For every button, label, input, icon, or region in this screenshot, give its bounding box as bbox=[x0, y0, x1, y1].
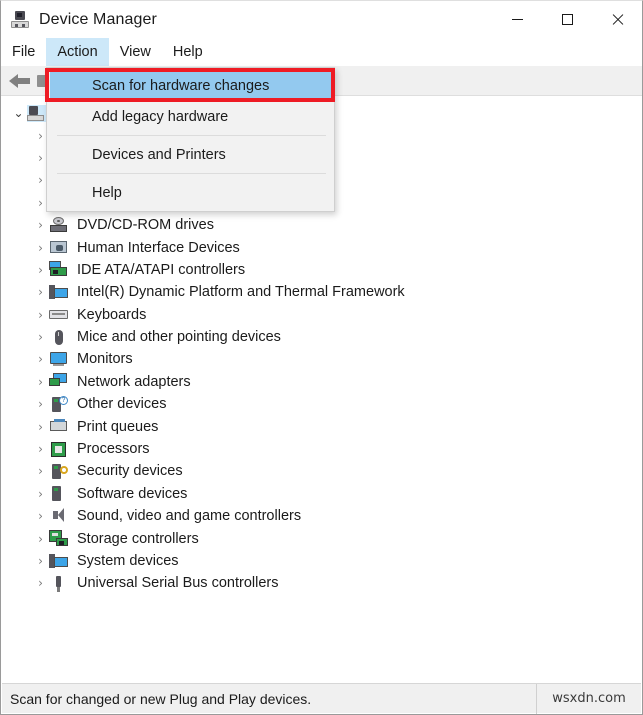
chevron-right-icon[interactable]: › bbox=[32, 577, 49, 589]
menu-help[interactable]: Help bbox=[162, 38, 214, 66]
tree-item-label: Monitors bbox=[77, 351, 133, 368]
tree-item-label: Keyboards bbox=[77, 306, 147, 323]
back-arrow-icon[interactable] bbox=[9, 72, 31, 90]
tree-item-label: Universal Serial Bus controllers bbox=[77, 575, 279, 592]
tree-item-storage-controllers[interactable]: › Storage controllers bbox=[2, 527, 641, 549]
window-controls bbox=[492, 1, 642, 38]
tree-item-label: Intel(R) Dynamic Platform and Thermal Fr… bbox=[77, 284, 405, 301]
maximize-button[interactable] bbox=[542, 1, 592, 38]
dvd-drive-icon bbox=[49, 216, 69, 234]
tree-item-label: Print queues bbox=[77, 418, 159, 435]
tree-item-label: Software devices bbox=[77, 485, 188, 502]
tree-item-label: Storage controllers bbox=[77, 530, 199, 547]
status-bar: Scan for changed or new Plug and Play de… bbox=[2, 683, 641, 714]
chevron-right-icon[interactable]: › bbox=[32, 242, 49, 254]
tree-item-other-devices[interactable]: › ? Other devices bbox=[2, 393, 641, 415]
tree-item-mice[interactable]: › Mice and other pointing devices bbox=[2, 326, 641, 348]
menu-separator bbox=[57, 173, 326, 174]
tree-item-usb-controllers[interactable]: › Universal Serial Bus controllers bbox=[2, 572, 641, 594]
speaker-icon bbox=[49, 507, 69, 525]
menu-view[interactable]: View bbox=[109, 38, 162, 66]
status-text: Scan for changed or new Plug and Play de… bbox=[10, 690, 312, 707]
window-title: Device Manager bbox=[39, 10, 157, 28]
tree-item-label: System devices bbox=[77, 553, 179, 569]
security-device-icon bbox=[49, 463, 69, 480]
chevron-right-icon[interactable]: › bbox=[32, 465, 49, 477]
tree-item-label: DVD/CD-ROM drives bbox=[77, 217, 214, 234]
tree-item-intel-dynamic-platform[interactable]: › Intel(R) Dynamic Platform and Thermal … bbox=[2, 281, 641, 303]
chevron-right-icon[interactable]: › bbox=[32, 331, 49, 343]
hid-icon bbox=[49, 239, 69, 256]
printer-icon bbox=[49, 418, 69, 435]
tree-item-label: Other devices bbox=[77, 396, 167, 413]
chevron-right-icon[interactable]: › bbox=[32, 286, 49, 298]
tree-item-human-interface-devices[interactable]: › Human Interface Devices bbox=[2, 236, 641, 258]
tree-item-label: Security devices bbox=[77, 463, 183, 480]
action-dropdown-menu: Scan for hardware changes Add legacy har… bbox=[46, 67, 335, 212]
processor-icon bbox=[49, 441, 69, 458]
chevron-right-icon[interactable]: › bbox=[32, 264, 49, 276]
watermark: wsxdn.com bbox=[552, 691, 626, 706]
minimize-icon bbox=[511, 19, 523, 20]
tree-item-dvd-drives[interactable]: › DVD/CD-ROM drives bbox=[2, 214, 641, 236]
other-device-icon: ? bbox=[49, 395, 69, 413]
close-icon bbox=[611, 13, 624, 26]
menu-item-help[interactable]: Help bbox=[47, 177, 334, 208]
chevron-right-icon[interactable]: › bbox=[32, 376, 49, 388]
tree-item-monitors[interactable]: › Monitors bbox=[2, 348, 641, 370]
tree-item-network-adapters[interactable]: › Network adapters bbox=[2, 371, 641, 393]
tree-item-processors[interactable]: › Processors bbox=[2, 438, 641, 460]
software-device-icon bbox=[49, 485, 69, 502]
monitor-icon bbox=[49, 351, 69, 368]
chevron-right-icon[interactable]: › bbox=[32, 533, 49, 545]
maximize-icon bbox=[561, 14, 573, 25]
tree-item-sound-video-game-controllers[interactable]: › Sound, video and game controllers bbox=[2, 505, 641, 527]
chevron-down-icon[interactable]: ⌄ bbox=[10, 107, 27, 119]
device-manager-icon bbox=[11, 10, 29, 29]
tree-item-ide-controllers[interactable]: › IDE ATA/ATAPI controllers bbox=[2, 259, 641, 281]
system-device-icon bbox=[49, 284, 69, 301]
tree-item-print-queues[interactable]: › Print queues bbox=[2, 415, 641, 437]
device-manager-window: Device Manager File Action View Help ⌄ ›… bbox=[0, 0, 643, 715]
chevron-right-icon[interactable]: › bbox=[32, 398, 49, 410]
mouse-icon bbox=[49, 329, 69, 346]
chevron-right-icon[interactable]: › bbox=[32, 555, 49, 567]
tree-item-label: IDE ATA/ATAPI controllers bbox=[77, 261, 246, 278]
chevron-right-icon[interactable]: › bbox=[32, 353, 49, 365]
usb-icon bbox=[49, 575, 69, 592]
tree-item-system-devices[interactable]: › System devices bbox=[2, 550, 641, 572]
menu-item-devices-and-printers[interactable]: Devices and Printers bbox=[47, 139, 334, 170]
storage-controller-icon bbox=[49, 530, 69, 547]
system-device-icon bbox=[49, 553, 69, 570]
chevron-right-icon[interactable]: › bbox=[32, 510, 49, 522]
menu-item-scan-for-hardware-changes[interactable]: Scan for hardware changes bbox=[50, 70, 331, 101]
tree-item-security-devices[interactable]: › Security devices bbox=[2, 460, 641, 482]
chevron-right-icon[interactable]: › bbox=[32, 488, 49, 500]
close-button[interactable] bbox=[592, 1, 642, 38]
chevron-right-icon[interactable]: › bbox=[32, 219, 49, 231]
menu-bar: File Action View Help bbox=[1, 38, 642, 66]
ide-controller-icon bbox=[49, 261, 69, 278]
computer-root-icon bbox=[27, 104, 47, 122]
chevron-right-icon[interactable]: › bbox=[32, 443, 49, 455]
tree-item-keyboards[interactable]: › Keyboards bbox=[2, 304, 641, 326]
chevron-right-icon[interactable]: › bbox=[32, 421, 49, 433]
menu-separator bbox=[57, 135, 326, 136]
network-adapter-icon bbox=[49, 373, 69, 390]
menu-file[interactable]: File bbox=[1, 38, 46, 66]
tree-item-software-devices[interactable]: › Software devices bbox=[2, 483, 641, 505]
tree-item-label: Sound, video and game controllers bbox=[77, 508, 302, 525]
tree-item-label: Network adapters bbox=[77, 373, 191, 390]
keyboard-icon bbox=[49, 306, 69, 323]
menu-action[interactable]: Action bbox=[46, 38, 109, 66]
minimize-button[interactable] bbox=[492, 1, 542, 38]
tree-item-label: Mice and other pointing devices bbox=[77, 329, 281, 346]
chevron-right-icon[interactable]: › bbox=[32, 309, 49, 321]
tree-item-label: Processors bbox=[77, 441, 150, 458]
title-bar: Device Manager bbox=[1, 1, 642, 38]
menu-item-add-legacy-hardware[interactable]: Add legacy hardware bbox=[47, 101, 334, 132]
tree-item-label: Human Interface Devices bbox=[77, 239, 240, 256]
